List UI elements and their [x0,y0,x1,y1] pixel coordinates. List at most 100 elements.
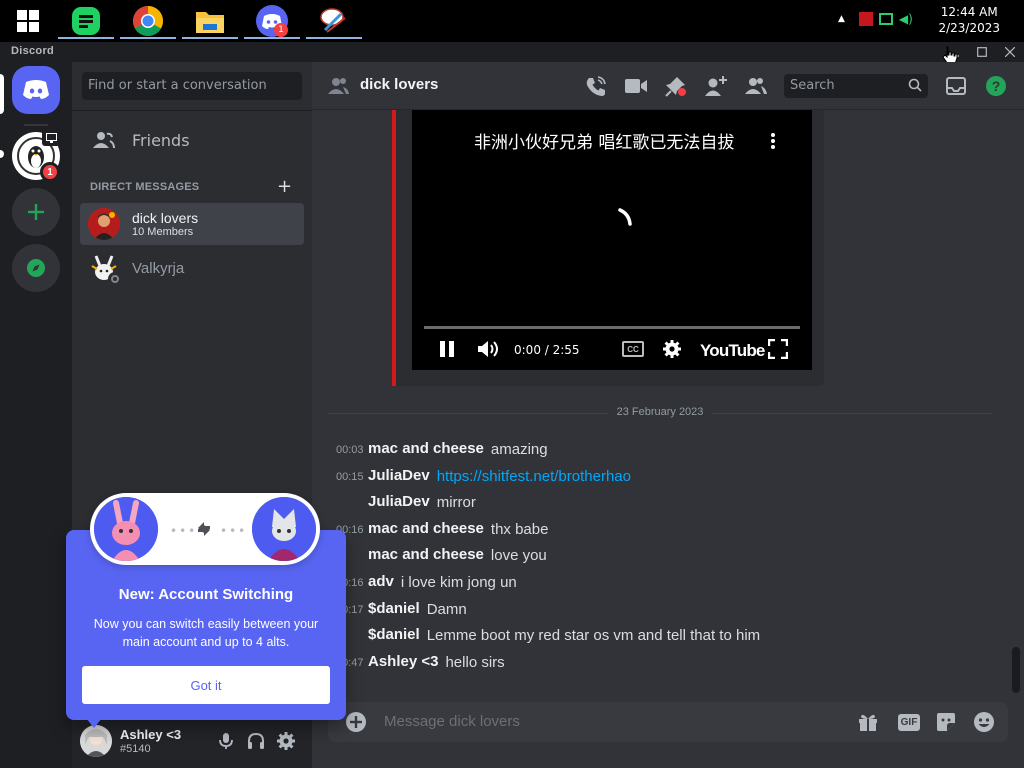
popup-illustration: ••• ••• [90,493,320,565]
find-conversation-input[interactable]: Find or start a conversation [82,72,302,100]
friends-nav-item[interactable]: Friends [80,122,304,158]
message-row[interactable]: 00:16 mac and cheese thx babe [312,518,1012,544]
message-input[interactable]: Message dick lovers [384,713,520,730]
direct-messages-heading: DIRECT MESSAGES [90,181,200,193]
youtube-logo[interactable]: YouTube [700,341,765,361]
message-author[interactable]: Ashley <3 [368,653,438,670]
message-author[interactable]: mac and cheese [368,520,484,537]
start-voice-call-icon[interactable] [584,74,608,98]
taskbar-clock[interactable]: 12:44 AM 2/23/2023 [938,4,1000,36]
add-friends-to-dm-icon[interactable] [704,74,728,98]
cat-avatar-icon [252,497,316,561]
message-content: amazing [490,441,548,458]
valkyrja-avatar [88,252,122,286]
popup-title: New: Account Switching [118,586,294,603]
message-row[interactable]: mac and cheese love you [312,544,1012,570]
message-author[interactable]: $daniel [368,626,420,643]
video-player[interactable]: 非洲小伙好兄弟 唱红歌已无法自拔 0:00 / 2:55 CC YouTube [412,110,812,370]
offline-status-icon [108,272,122,286]
group-avatar [88,208,120,240]
chat-scrollbar[interactable] [1012,647,1020,693]
username: Ashley <3 [120,727,182,742]
svg-text:?: ? [992,78,1001,94]
member-list-icon[interactable] [744,74,768,98]
dm-item-valkyrja[interactable]: Valkyrja [80,247,304,289]
network-icon[interactable] [878,13,893,25]
user-panel: Ashley <3 #5140 [72,714,312,768]
switch-dots: ••• [170,524,198,538]
video-progress-bar[interactable] [424,326,800,329]
discord-taskbar-icon[interactable]: 1 [244,3,300,39]
message-author[interactable]: JuliaDev [368,493,430,510]
microphone-icon[interactable] [216,731,236,751]
tray-overflow-icon[interactable]: ▲ [838,14,845,24]
chrome-icon[interactable] [120,3,176,39]
notes-app-icon[interactable] [58,3,114,39]
windows-start-icon[interactable] [0,3,56,39]
message-author[interactable]: $daniel [368,600,420,617]
plus-icon [28,204,44,220]
popup-pointer [86,718,102,728]
message-author[interactable]: mac and cheese [368,440,484,457]
paint-app-icon[interactable] [306,3,362,39]
message-link[interactable]: https://shitfest.net/brotherhao [437,468,631,485]
server-mention-badge: 1 [40,162,60,182]
close-window-button[interactable] [996,42,1024,62]
emoji-icon[interactable] [972,710,996,734]
message-row[interactable]: 00:17 $daniel Damn [312,598,1012,624]
sticker-icon[interactable] [934,710,958,734]
loading-spinner-icon [616,206,640,234]
video-title[interactable]: 非洲小伙好兄弟 唱红歌已无法自拔 [474,128,734,153]
message-author[interactable]: adv [368,573,394,590]
fullscreen-icon[interactable] [767,338,789,363]
message-content: mirror [436,494,476,511]
attach-plus-icon[interactable] [344,710,368,734]
header-search-input[interactable]: Search [784,74,928,98]
dm-item-dick-lovers[interactable]: dick lovers 10 Members [80,203,304,245]
gif-picker-button[interactable]: GIF [896,710,922,734]
volume-icon[interactable]: ◀) [899,12,913,26]
server-linux-icon[interactable]: 1 [12,130,60,182]
user-avatar[interactable] [80,725,112,757]
message-row[interactable]: $daniel Lemme boot my red star os vm and … [312,624,1012,650]
group-dm-icon [328,76,350,96]
message-row[interactable]: 00:03 mac and cheese amazing [312,438,1012,464]
message-row[interactable]: 00:16 adv i love kim jong un [312,571,1012,597]
got-it-button[interactable]: Got it [82,666,330,704]
message-row[interactable]: 00:15 JuliaDev https://shitfest.net/brothe… [312,465,1012,491]
file-explorer-icon[interactable] [182,3,238,39]
server-rail: 1 [0,62,72,768]
message-composer[interactable]: Message dick lovers GIF [328,702,1008,742]
pinned-messages-icon[interactable] [664,74,688,98]
gift-icon[interactable] [856,710,880,734]
inbox-icon[interactable] [944,74,968,98]
taskbar-discord-badge: 1 [274,23,288,37]
channel-title: dick lovers [360,76,439,93]
dm-name: dick lovers [132,210,199,226]
user-settings-gear-icon[interactable] [276,731,296,751]
clock-time: 12:44 AM [940,5,998,19]
video-time: 0:00 / 2:55 [514,343,580,357]
create-dm-plus-icon[interactable]: + [277,176,292,197]
start-video-call-icon[interactable] [624,74,648,98]
flag-icon[interactable] [858,12,873,26]
message-content: Damn [426,601,467,618]
volume-icon[interactable] [476,339,500,363]
user-tag: #5140 [120,743,151,755]
add-server-button[interactable] [12,188,60,236]
settings-gear-icon[interactable] [662,339,682,363]
explore-servers-button[interactable] [12,244,60,292]
message-author[interactable]: JuliaDev [368,467,430,484]
direct-messages-home-button[interactable] [12,66,60,114]
message-content: love you [490,547,547,564]
message-row[interactable]: 00:47 Ashley <3 hello sirs [312,651,1012,677]
captions-button[interactable]: CC [622,341,644,357]
headphones-icon[interactable] [246,731,266,751]
message-author[interactable]: mac and cheese [368,546,484,563]
more-options-icon[interactable] [770,132,776,154]
help-icon[interactable]: ? [984,74,1008,98]
message-row[interactable]: JuliaDev mirror [312,491,1012,517]
pause-icon[interactable] [438,340,456,362]
maximize-button[interactable] [968,42,996,62]
message-content: hello sirs [445,654,505,671]
